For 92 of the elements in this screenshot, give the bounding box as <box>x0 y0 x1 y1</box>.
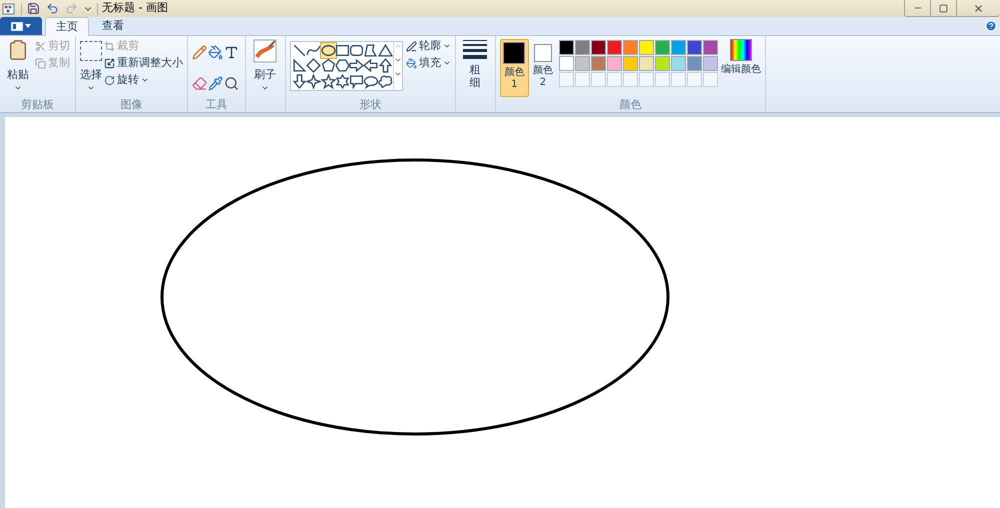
paste-button[interactable]: 粘贴 <box>4 39 32 98</box>
resize-icon <box>104 58 115 68</box>
palette-color[interactable] <box>575 56 590 71</box>
shape-option[interactable] <box>320 74 336 89</box>
fill-bucket-icon[interactable] <box>208 45 223 60</box>
shape-option[interactable] <box>334 58 350 74</box>
help-icon[interactable] <box>985 20 997 32</box>
color-selector[interactable]: 颜色 2 <box>528 39 557 97</box>
text-tool-icon[interactable] <box>224 45 239 60</box>
save-icon[interactable] <box>27 2 40 15</box>
scroll-down-icon[interactable] <box>394 56 402 64</box>
pencil-icon[interactable] <box>192 45 207 60</box>
shape-option[interactable] <box>292 74 307 89</box>
ribbon-tab[interactable]: 查看 <box>92 17 134 35</box>
palette-color[interactable] <box>703 40 718 55</box>
magnifier-icon[interactable] <box>224 76 239 90</box>
ribbon-tab[interactable]: 主页 <box>45 17 89 36</box>
palette-color[interactable] <box>623 40 638 55</box>
color-picker-icon[interactable] <box>208 76 223 90</box>
group-label: 颜色 <box>618 98 642 111</box>
palette-color[interactable] <box>703 56 718 71</box>
rotate-button[interactable]: 旋转 <box>104 73 183 87</box>
resize-button[interactable]: 重新调整大小 <box>104 56 183 70</box>
color-selector[interactable]: 颜色 1 <box>500 39 528 97</box>
caret-icon <box>443 42 451 50</box>
window-title: 无标题 - 画图 <box>102 0 168 16</box>
caret-icon <box>443 59 451 67</box>
select-button[interactable]: 选择 <box>80 39 102 98</box>
caret-icon <box>25 24 31 28</box>
palette-color[interactable] <box>607 56 622 71</box>
shape-option[interactable] <box>334 74 350 89</box>
palette-color[interactable] <box>655 56 670 71</box>
shape-option[interactable] <box>363 43 378 58</box>
palette-color[interactable] <box>671 56 686 71</box>
menu-icon <box>11 22 23 30</box>
selection-icon <box>80 41 102 61</box>
shape-option[interactable] <box>306 74 322 89</box>
clipboard-icon <box>7 39 29 61</box>
group-label: 工具 <box>204 98 228 111</box>
undo-icon[interactable] <box>46 2 59 15</box>
caret-icon <box>141 76 149 84</box>
group-label: 图像 <box>120 98 144 111</box>
palette-color[interactable] <box>639 56 654 71</box>
crop-icon <box>104 40 115 52</box>
restore-icon <box>939 4 948 12</box>
size-button[interactable]: 粗细 <box>460 39 490 98</box>
shape-option[interactable] <box>363 58 378 74</box>
shape-option[interactable] <box>349 74 364 89</box>
edit-colors-button[interactable]: 编辑颜色 <box>721 39 761 98</box>
expand-icon[interactable] <box>394 70 402 78</box>
palette-color[interactable] <box>591 56 606 71</box>
eraser-icon[interactable] <box>192 76 207 90</box>
palette-color[interactable] <box>591 40 606 55</box>
shape-option[interactable] <box>378 43 393 58</box>
group-label: 形状 <box>358 98 382 111</box>
shape-option[interactable] <box>349 43 364 58</box>
scissors-icon <box>35 40 46 52</box>
palette-color[interactable] <box>607 40 622 55</box>
file-menu-button[interactable] <box>0 17 42 35</box>
shape-option[interactable] <box>306 43 322 58</box>
shape-option[interactable] <box>292 58 307 74</box>
shape-option[interactable] <box>334 43 350 58</box>
line-width-icon <box>463 39 487 59</box>
shape-option[interactable] <box>378 58 393 74</box>
shape-option[interactable] <box>320 43 336 58</box>
palette-color[interactable] <box>623 56 638 71</box>
group-label: 剪贴板 <box>20 98 55 111</box>
outline-button[interactable]: 轮廓 <box>406 39 451 53</box>
palette-color[interactable] <box>671 40 686 55</box>
palette-color[interactable] <box>559 40 574 55</box>
palette-color[interactable] <box>687 56 702 71</box>
shape-option[interactable] <box>292 43 307 58</box>
brush-icon <box>253 39 277 63</box>
rainbow-icon <box>730 39 752 61</box>
shape-option[interactable] <box>320 58 336 74</box>
palette-color[interactable] <box>655 40 670 55</box>
copy-icon <box>35 58 46 68</box>
pen-icon <box>406 40 417 52</box>
palette-color[interactable] <box>559 56 574 71</box>
palette-color[interactable] <box>639 40 654 55</box>
palette-color[interactable] <box>575 40 590 55</box>
rotate-icon <box>104 74 115 86</box>
shape-option[interactable] <box>363 74 378 89</box>
palette-color[interactable] <box>687 40 702 55</box>
shape-option[interactable] <box>349 58 364 74</box>
shape-option[interactable] <box>378 74 393 89</box>
fill-button[interactable]: 填充 <box>406 56 451 70</box>
close-icon <box>973 2 984 14</box>
shape-option[interactable] <box>306 58 322 74</box>
paint-app-icon[interactable] <box>2 2 16 16</box>
brushes-button[interactable]: 刷子 <box>250 39 280 98</box>
fill-bucket-icon <box>406 58 417 68</box>
